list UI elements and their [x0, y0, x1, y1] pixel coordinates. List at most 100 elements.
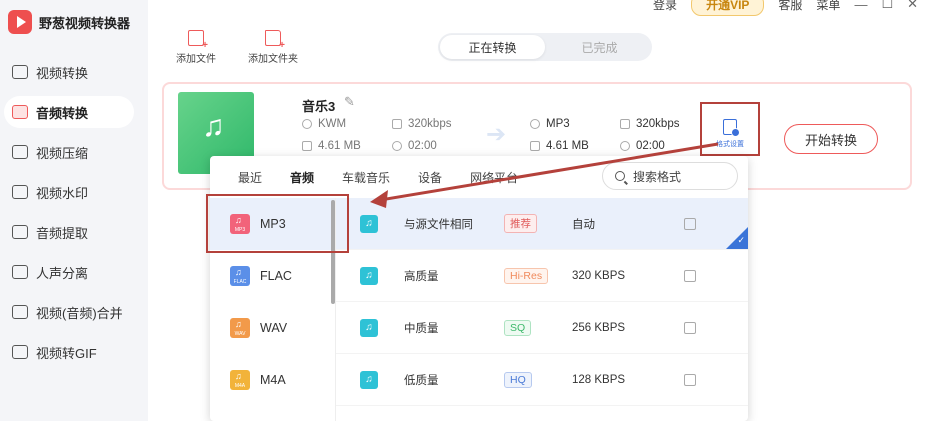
format-item-wav[interactable]: WAV WAV — [210, 302, 335, 354]
sidebar-item-label: 视频转GIF — [36, 345, 97, 361]
format-label: MP3 — [260, 217, 286, 231]
quality-bitrate: 128 KBPS — [572, 373, 626, 386]
sidebar-item-audio-extract[interactable]: 音频提取 — [4, 216, 134, 248]
edit-icon[interactable] — [684, 217, 696, 230]
add-file-label: 添加文件 — [176, 54, 216, 65]
quality-bitrate: 自动 — [572, 218, 595, 231]
tab-web-platform[interactable]: 网络平台 — [456, 169, 532, 186]
edit-icon[interactable] — [684, 373, 696, 386]
dst-bitrate: 320kbps — [620, 118, 679, 130]
format-settings-button[interactable]: 格式设置 — [700, 102, 760, 156]
dst-format-value: MP3 — [546, 118, 570, 130]
format-list: MP3 MP3 FLAC FLAC WAV WAV M4A M4A — [210, 198, 336, 421]
menu-link[interactable]: 菜单 — [816, 0, 840, 13]
tab-audio[interactable]: 音频 — [276, 169, 328, 201]
format-item-flac[interactable]: FLAC FLAC — [210, 250, 335, 302]
music-note-icon: ♫ — [360, 266, 378, 285]
bitrate-icon — [392, 119, 402, 129]
search-placeholder: 搜索格式 — [633, 169, 682, 184]
quality-bitrate: 320 KBPS — [572, 269, 626, 282]
edit-icon[interactable] — [684, 269, 696, 282]
quality-name: 低质量 — [404, 374, 439, 387]
dst-bitrate-value: 320kbps — [636, 118, 680, 130]
close-icon[interactable]: ✕ — [907, 0, 918, 12]
quality-row[interactable]: ♫ 与源文件相同 推荐 自动 ✓ — [336, 198, 748, 250]
quality-bitrate: 256 KBPS — [572, 321, 626, 334]
sidebar-item-label: 视频转换 — [36, 65, 89, 81]
file-size-icon — [302, 141, 312, 151]
login-link[interactable]: 登录 — [653, 0, 677, 13]
status-tabs: 正在转换 已完成 — [438, 33, 652, 61]
add-folder-button[interactable]: 添加文件夹 — [248, 30, 298, 65]
checkmark-icon: ✓ — [737, 235, 745, 245]
music-note-icon: ♫ — [360, 370, 378, 389]
sidebar: 野葱视频转换器 视频转换 音频转换 视频压缩 视频水印 音频提取 人声分离 视频… — [0, 0, 148, 421]
format-search-input[interactable]: 搜索格式 — [602, 162, 738, 190]
format-label: WAV — [260, 321, 288, 335]
video-watermark-icon — [12, 185, 28, 199]
src-format: KWM — [302, 118, 346, 130]
sidebar-item-video-convert[interactable]: 视频转换 — [4, 56, 134, 88]
sidebar-item-video-to-gif[interactable]: 视频转GIF — [4, 336, 134, 368]
format-list-scrollbar[interactable] — [331, 200, 335, 304]
quality-badge: 推荐 — [504, 214, 537, 233]
format-popup: 最近 音频 车载音乐 设备 网络平台 搜索格式 MP3 MP3 FLAC FLA… — [210, 156, 748, 421]
service-link[interactable]: 客服 — [778, 0, 802, 13]
mp3-file-icon: MP3 — [230, 214, 250, 234]
quality-row[interactable]: ♫ 高质量 Hi-Res 320 KBPS — [336, 250, 748, 302]
format-icon — [530, 119, 540, 129]
format-item-m4a[interactable]: M4A M4A — [210, 354, 335, 406]
dst-duration: 02:00 — [620, 140, 665, 152]
quality-list: ♫ 与源文件相同 推荐 自动 ✓ ♫ 高质量 Hi-Res 320 KBPS ♫… — [336, 198, 748, 421]
src-size: 4.61 MB — [302, 140, 361, 152]
m4a-file-icon: M4A — [230, 370, 250, 390]
audio-convert-icon — [12, 105, 28, 119]
sidebar-item-merge[interactable]: 视频(音频)合并 — [4, 296, 134, 328]
voice-separate-icon — [12, 265, 28, 279]
src-size-value: 4.61 MB — [318, 140, 361, 152]
sidebar-item-video-compress[interactable]: 视频压缩 — [4, 136, 134, 168]
gif-icon — [12, 345, 28, 359]
quality-badge: SQ — [504, 319, 532, 336]
src-format-value: KWM — [318, 118, 347, 130]
add-folder-label: 添加文件夹 — [248, 54, 298, 65]
sidebar-item-video-watermark[interactable]: 视频水印 — [4, 176, 134, 208]
dst-format: MP3 — [530, 118, 570, 130]
top-bar: 登录 开通VIP 客服 菜单 — ☐ ✕ — [653, 0, 930, 16]
add-file-button[interactable]: 添加文件 — [176, 30, 216, 65]
music-note-icon: ♫ — [360, 318, 378, 337]
search-icon — [615, 171, 625, 181]
edit-icon[interactable] — [684, 321, 696, 334]
brand: 野葱视频转换器 — [8, 10, 130, 34]
sidebar-item-label: 音频转换 — [36, 105, 89, 121]
app-name: 野葱视频转换器 — [39, 15, 131, 31]
file-name: 音乐3 — [302, 99, 336, 114]
video-convert-icon — [12, 65, 28, 79]
quality-row[interactable]: ♫ 低质量 HQ 128 KBPS — [336, 354, 748, 406]
sidebar-item-voice-separate[interactable]: 人声分离 — [4, 256, 134, 288]
bitrate-icon — [620, 119, 630, 129]
start-convert-button[interactable]: 开始转换 — [784, 124, 878, 154]
quality-name: 中质量 — [404, 322, 439, 335]
tab-device[interactable]: 设备 — [404, 169, 456, 186]
tab-recent[interactable]: 最近 — [224, 169, 276, 186]
main-panel: 登录 开通VIP 客服 菜单 — ☐ ✕ 添加文件 添加文件夹 正在转换 已完成… — [148, 0, 930, 421]
music-note-icon: ♫ — [202, 110, 225, 143]
minimize-icon[interactable]: — — [854, 0, 867, 12]
sidebar-item-audio-convert[interactable]: 音频转换 — [4, 96, 134, 128]
quality-row[interactable]: ♫ 中质量 SQ 256 KBPS — [336, 302, 748, 354]
tab-car-music[interactable]: 车载音乐 — [328, 169, 404, 186]
format-icon — [302, 119, 312, 129]
add-folder-icon — [265, 30, 285, 51]
format-item-mp3[interactable]: MP3 MP3 — [210, 198, 335, 250]
format-settings-icon — [723, 119, 740, 137]
rename-pen-icon[interactable]: ✎ — [344, 94, 355, 110]
sidebar-item-label: 视频水印 — [36, 185, 89, 201]
quality-name: 高质量 — [404, 270, 439, 283]
maximize-icon[interactable]: ☐ — [881, 0, 893, 12]
vip-button[interactable]: 开通VIP — [691, 0, 765, 16]
tab-done[interactable]: 已完成 — [547, 33, 652, 61]
tab-converting[interactable]: 正在转换 — [440, 35, 545, 59]
sidebar-item-label: 音频提取 — [36, 225, 89, 241]
sidebar-item-label: 视频(音频)合并 — [36, 305, 123, 321]
